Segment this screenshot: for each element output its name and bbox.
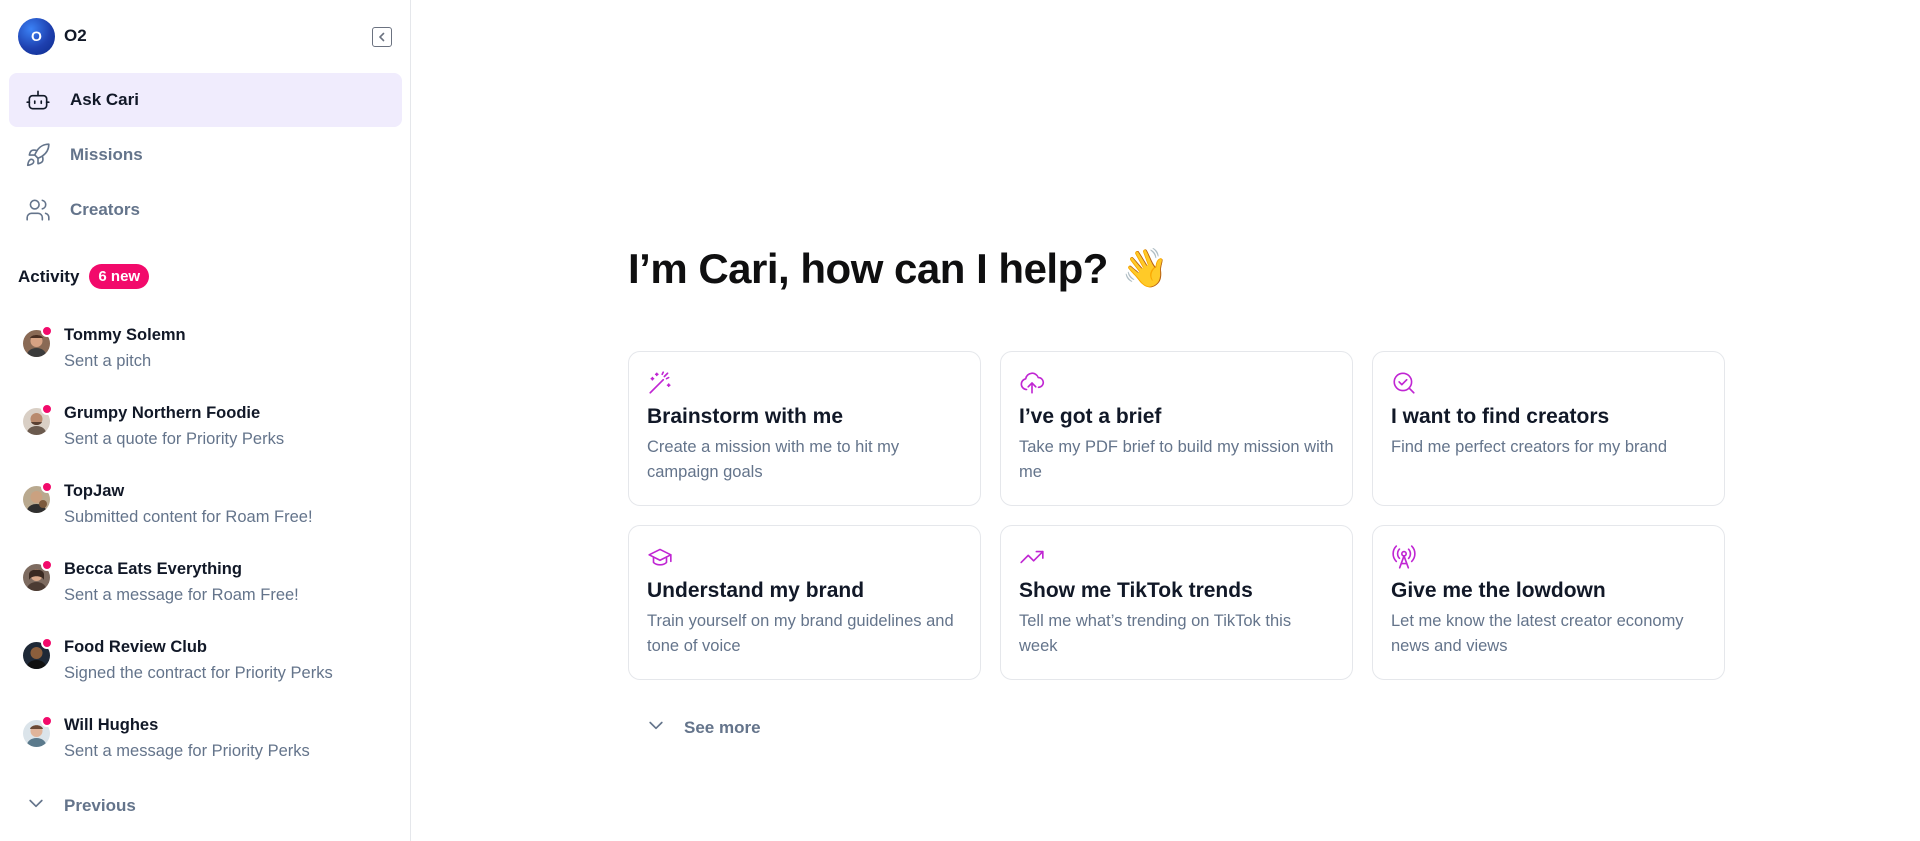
activity-item[interactable]: Will Hughes Sent a message for Priority …: [0, 708, 410, 786]
trending-up-icon: [1019, 544, 1045, 570]
activity-header: Activity 6 new: [18, 264, 150, 289]
activity-name: Food Review Club: [64, 638, 208, 656]
cloud-upload-icon: [1019, 370, 1045, 396]
activity-title: Activity: [18, 266, 80, 286]
card-desc: Tell me what’s trending on TikTok this w…: [1019, 612, 1292, 655]
unread-dot: [41, 715, 53, 727]
robot-icon: [24, 86, 52, 114]
nav-label: Missions: [70, 145, 143, 164]
activity-desc: Sent a quote for Priority Perks: [64, 430, 285, 448]
nav-label: Creators: [70, 200, 140, 219]
activity-desc: Submitted content for Roam Free!: [64, 508, 313, 526]
magic-wand-icon: [647, 370, 673, 396]
unread-dot: [41, 403, 53, 415]
activity-item[interactable]: Becca Eats Everything Sent a message for…: [0, 552, 410, 630]
card-find-creators[interactable]: I want to find creators Find me perfect …: [1372, 351, 1725, 506]
unread-dot: [41, 325, 53, 337]
unread-dot: [41, 559, 53, 571]
page-title: I’m Cari, how can I help? 👋: [628, 245, 1169, 293]
nav-label: Ask Cari: [70, 90, 139, 109]
brand-row: O O2: [18, 17, 392, 55]
card-desc: Find me perfect creators for my brand: [1391, 438, 1668, 456]
main-nav: Ask Cari Missions Creators: [9, 73, 402, 238]
activity-name: Becca Eats Everything: [64, 560, 242, 578]
card-desc: Take my PDF brief to build my mission wi…: [1019, 438, 1334, 481]
wave-emoji: 👋: [1121, 248, 1169, 290]
previous-label: Previous: [64, 795, 136, 815]
suggestion-cards: Brainstorm with me Create a mission with…: [628, 351, 1726, 680]
activity-desc: Sent a pitch: [64, 352, 152, 370]
activity-desc: Signed the contract for Priority Perks: [64, 664, 333, 682]
card-title: I want to find creators: [1391, 405, 1610, 428]
sidebar: O O2 Ask Cari Missions Creators Activity: [0, 0, 411, 841]
card-brainstorm[interactable]: Brainstorm with me Create a mission with…: [628, 351, 981, 506]
card-title: I’ve got a brief: [1019, 405, 1162, 428]
see-more-label: See more: [684, 717, 761, 737]
activity-desc: Sent a message for Roam Free!: [64, 586, 299, 604]
brand-logo-text: O: [31, 28, 42, 44]
card-desc: Train yourself on my brand guidelines an…: [647, 612, 954, 655]
unread-dot: [41, 637, 53, 649]
activity-item[interactable]: Grumpy Northern Foodie Sent a quote for …: [0, 396, 410, 474]
activity-item[interactable]: Food Review Club Signed the contract for…: [0, 630, 410, 708]
activity-item[interactable]: Tommy Solemn Sent a pitch: [0, 318, 410, 396]
card-lowdown[interactable]: Give me the lowdown Let me know the late…: [1372, 525, 1725, 680]
brand-logo[interactable]: O: [18, 17, 55, 55]
activity-name: Will Hughes: [64, 716, 159, 734]
users-icon: [24, 196, 52, 224]
card-desc: Let me know the latest creator economy n…: [1391, 612, 1684, 655]
see-more-toggle[interactable]: See more: [646, 715, 761, 740]
card-title: Show me TikTok trends: [1019, 579, 1253, 602]
rocket-icon: [24, 141, 52, 169]
unread-dot: [41, 481, 53, 493]
previous-toggle[interactable]: Previous: [26, 793, 136, 818]
card-brief[interactable]: I’ve got a brief Take my PDF brief to bu…: [1000, 351, 1353, 506]
nav-item-ask-cari[interactable]: Ask Cari: [9, 73, 402, 127]
activity-desc: Sent a message for Priority Perks: [64, 742, 310, 760]
card-desc: Create a mission with me to hit my campa…: [647, 438, 900, 481]
nav-item-missions[interactable]: Missions: [9, 128, 402, 182]
nav-item-creators[interactable]: Creators: [9, 183, 402, 237]
activity-item[interactable]: TopJaw Submitted content for Roam Free!: [0, 474, 410, 552]
card-title: Give me the lowdown: [1391, 579, 1606, 602]
activity-list: Tommy Solemn Sent a pitch Grumpy Norther…: [0, 318, 410, 786]
activity-name: Tommy Solemn: [64, 326, 186, 344]
activity-name: Grumpy Northern Foodie: [64, 404, 261, 422]
card-title: Brainstorm with me: [647, 405, 844, 428]
search-check-icon: [1391, 370, 1417, 396]
graduation-cap-icon: [647, 544, 673, 570]
card-understand-brand[interactable]: Understand my brand Train yourself on my…: [628, 525, 981, 680]
card-tiktok-trends[interactable]: Show me TikTok trends Tell me what’s tre…: [1000, 525, 1353, 680]
broadcast-icon: [1391, 544, 1417, 570]
new-activity-badge: 6 new: [89, 264, 150, 289]
chevron-down-icon: [646, 715, 666, 740]
chevron-down-icon: [26, 793, 46, 818]
headline-text: I’m Cari, how can I help?: [628, 245, 1108, 292]
collapse-sidebar-icon[interactable]: [372, 27, 392, 47]
main-content: I’m Cari, how can I help? 👋 Brainstorm w…: [412, 0, 1920, 841]
activity-name: TopJaw: [64, 482, 125, 500]
brand-name[interactable]: O2: [64, 26, 87, 46]
card-title: Understand my brand: [647, 579, 865, 602]
